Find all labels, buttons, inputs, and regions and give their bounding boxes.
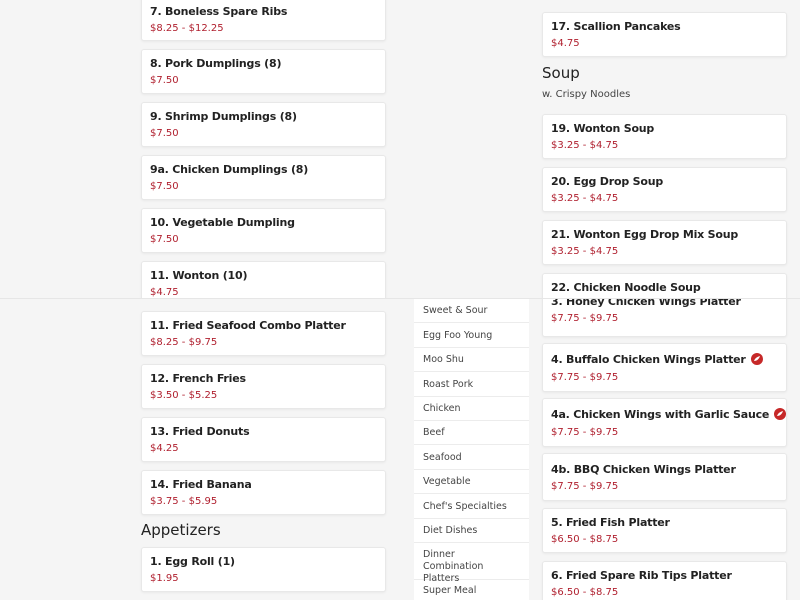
menu-item-name-text: 4. Buffalo Chicken Wings Platter <box>551 353 746 366</box>
menu-item-name: 22. Chicken Noodle Soup <box>551 281 701 294</box>
menu-item-card[interactable]: 9a. Chicken Dumplings (8) $7.50 <box>141 155 386 200</box>
menu-item-price: $8.25 - $12.25 <box>150 23 224 34</box>
menu-item-name: 9. Shrimp Dumplings (8) <box>150 110 297 123</box>
menu-item-price: $6.50 - $8.75 <box>551 534 619 545</box>
menu-item-name: 6. Fried Spare Rib Tips Platter <box>551 569 732 582</box>
menu-item-name: 12. French Fries <box>150 372 246 385</box>
menu-item-name: 4. Buffalo Chicken Wings Platter <box>551 353 763 366</box>
menu-item-card[interactable]: 22. Chicken Noodle Soup <box>542 273 787 299</box>
category-nav-item[interactable]: Diet Dishes <box>414 519 529 543</box>
category-nav-item[interactable]: Egg Foo Young <box>414 324 529 348</box>
category-nav-label: Seafood <box>423 452 462 463</box>
category-nav-label: Sweet & Sour <box>423 305 488 316</box>
menu-item-price: $7.50 <box>150 181 179 192</box>
section-title-appetizers: Appetizers <box>141 521 221 539</box>
menu-view-bottom: 11. Fried Seafood Combo Platter $8.25 - … <box>0 299 800 600</box>
menu-item-price: $8.25 - $9.75 <box>150 337 218 348</box>
category-nav-label: Beef <box>423 427 445 438</box>
category-nav-label: Roast Pork <box>423 379 474 390</box>
menu-item-price: $7.75 - $9.75 <box>551 313 619 324</box>
menu-item-name: 14. Fried Banana <box>150 478 252 491</box>
menu-item-price: $7.75 - $9.75 <box>551 427 619 438</box>
category-nav-item[interactable]: Sweet & Sour <box>414 299 529 323</box>
category-nav-item[interactable]: Moo Shu <box>414 348 529 372</box>
menu-item-card[interactable]: 3. Honey Chicken Wings Platter $7.75 - $… <box>542 299 787 337</box>
menu-item-card[interactable]: 1. Egg Roll (1) $1.95 <box>141 547 386 592</box>
menu-item-name: 7. Boneless Spare Ribs <box>150 5 288 18</box>
menu-item-card[interactable]: 5. Fried Fish Platter $6.50 - $8.75 <box>542 508 787 553</box>
menu-item-card[interactable]: 20. Egg Drop Soup $3.25 - $4.75 <box>542 167 787 212</box>
menu-item-card[interactable]: 21. Wonton Egg Drop Mix Soup $3.25 - $4.… <box>542 220 787 265</box>
menu-item-card[interactable]: 13. Fried Donuts $4.25 <box>141 417 386 462</box>
menu-item-name: 4a. Chicken Wings with Garlic Sauce <box>551 408 787 421</box>
menu-item-card[interactable]: 14. Fried Banana $3.75 - $5.95 <box>141 470 386 515</box>
menu-item-card[interactable]: 8. Pork Dumplings (8) $7.50 <box>141 49 386 94</box>
category-nav-label: Super Meal <box>423 585 477 596</box>
section-subtitle: w. Crispy Noodles <box>542 89 631 100</box>
menu-item-price: $7.50 <box>150 128 179 139</box>
menu-item-price: $7.75 - $9.75 <box>551 372 619 383</box>
menu-item-card[interactable]: 11. Wonton (10) $4.75 <box>141 261 386 299</box>
menu-item-name-text: 4a. Chicken Wings with Garlic Sauce <box>551 408 770 421</box>
menu-item-name: 11. Wonton (10) <box>150 269 248 282</box>
menu-item-price: $7.50 <box>150 234 179 245</box>
menu-item-price: $4.75 <box>551 38 580 49</box>
menu-item-price: $3.25 - $4.75 <box>551 193 619 204</box>
category-nav-label: Diet Dishes <box>423 525 478 536</box>
menu-item-name: 5. Fried Fish Platter <box>551 516 670 529</box>
menu-item-card[interactable]: 17. Scallion Pancakes $4.75 <box>542 12 787 57</box>
menu-item-name: 3. Honey Chicken Wings Platter <box>551 299 741 308</box>
menu-item-name: 17. Scallion Pancakes <box>551 20 681 33</box>
menu-item-name: 19. Wonton Soup <box>551 122 655 135</box>
menu-item-card[interactable]: 11. Fried Seafood Combo Platter $8.25 - … <box>141 311 386 356</box>
category-nav-label: Egg Foo Young <box>423 330 493 341</box>
menu-item-card[interactable]: 6. Fried Spare Rib Tips Platter $6.50 - … <box>542 561 787 600</box>
menu-item-card[interactable]: 7. Boneless Spare Ribs $8.25 - $12.25 <box>141 0 386 41</box>
menu-item-name: 10. Vegetable Dumpling <box>150 216 295 229</box>
menu-item-price: $3.50 - $5.25 <box>150 390 218 401</box>
menu-item-card[interactable]: 19. Wonton Soup $3.25 - $4.75 <box>542 114 787 159</box>
category-nav-item[interactable]: Dinner Combination Platters <box>414 544 529 584</box>
menu-item-name: 4b. BBQ Chicken Wings Platter <box>551 463 736 476</box>
category-nav-item[interactable]: Vegetable <box>414 470 529 494</box>
category-nav-label: Chef's Specialties <box>423 501 507 512</box>
category-nav-label: Chicken <box>423 403 461 414</box>
menu-item-price: $3.25 - $4.75 <box>551 246 619 257</box>
menu-item-name: 20. Egg Drop Soup <box>551 175 664 188</box>
menu-item-price: $7.50 <box>150 75 179 86</box>
menu-item-price: $3.75 - $5.95 <box>150 496 218 507</box>
menu-item-name: 13. Fried Donuts <box>150 425 250 438</box>
menu-view-top: 7. Boneless Spare Ribs $8.25 - $12.25 8.… <box>0 0 800 299</box>
menu-item-name: 8. Pork Dumplings (8) <box>150 57 282 70</box>
category-nav-item[interactable]: Super Meal <box>414 580 529 600</box>
viewport-seam <box>0 298 800 299</box>
section-title-soup: Soup <box>542 64 580 82</box>
menu-item-price: $4.75 <box>150 287 179 298</box>
menu-item-name: 11. Fried Seafood Combo Platter <box>150 319 346 332</box>
menu-item-name: 1. Egg Roll (1) <box>150 555 235 568</box>
category-nav: Sweet & Sour Egg Foo Young Moo Shu Roast… <box>414 299 529 600</box>
menu-item-price: $3.25 - $4.75 <box>551 140 619 151</box>
menu-item-card[interactable]: 12. French Fries $3.50 - $5.25 <box>141 364 386 409</box>
category-nav-item[interactable]: Beef <box>414 421 529 445</box>
category-nav-item[interactable]: Chef's Specialties <box>414 495 529 519</box>
menu-item-card[interactable]: 10. Vegetable Dumpling $7.50 <box>141 208 386 253</box>
menu-item-name: 9a. Chicken Dumplings (8) <box>150 163 309 176</box>
menu-item-card[interactable]: 9. Shrimp Dumplings (8) $7.50 <box>141 102 386 147</box>
category-nav-item[interactable]: Roast Pork <box>414 373 529 397</box>
chili-pepper-icon <box>774 408 787 420</box>
menu-item-name: 21. Wonton Egg Drop Mix Soup <box>551 228 739 241</box>
chili-pepper-icon <box>750 353 763 365</box>
menu-item-price: $7.75 - $9.75 <box>551 481 619 492</box>
category-nav-label: Moo Shu <box>423 354 464 365</box>
category-nav-item[interactable]: Chicken <box>414 397 529 421</box>
menu-item-price: $1.95 <box>150 573 179 584</box>
menu-item-card[interactable]: 4a. Chicken Wings with Garlic Sauce $7.7… <box>542 398 787 447</box>
category-nav-item[interactable]: Seafood <box>414 446 529 470</box>
menu-item-price: $4.25 <box>150 443 179 454</box>
category-nav-label: Vegetable <box>423 476 471 487</box>
menu-item-card[interactable]: 4b. BBQ Chicken Wings Platter $7.75 - $9… <box>542 453 787 501</box>
menu-item-card[interactable]: 4. Buffalo Chicken Wings Platter $7.75 -… <box>542 343 787 392</box>
menu-item-price: $6.50 - $8.75 <box>551 587 619 598</box>
